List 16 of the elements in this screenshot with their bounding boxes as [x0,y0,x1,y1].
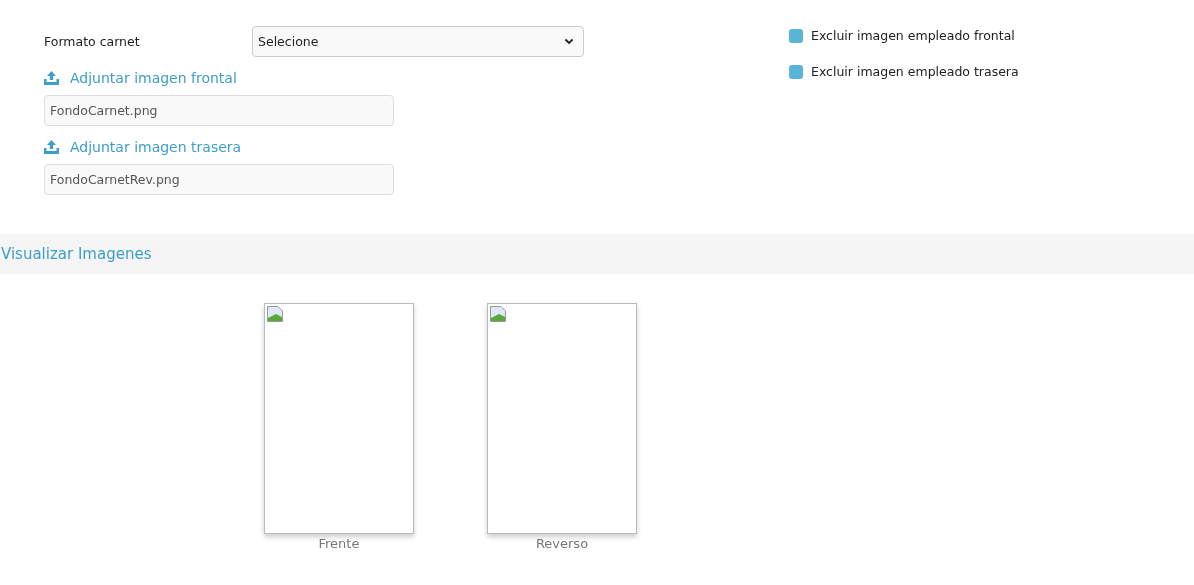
file-name-field[interactable]: FondoCarnet.png [44,95,394,126]
section-title: Visualizar Imagenes [1,245,152,263]
checkbox-label: Excluir imagen empleado frontal [811,28,1015,43]
image-caption: Frente [318,536,360,551]
format-select[interactable]: Selecione [252,26,584,57]
broken-image-icon [490,306,506,322]
field-label: Formato carnet [44,34,141,49]
broken-image-icon [267,306,283,322]
upload-icon [44,71,59,85]
upload-icon [44,140,59,154]
image-caption: Reverso [535,536,589,551]
chevron-down-icon [564,38,574,45]
checkbox-label: Excluir imagen empleado trasera [811,64,1019,79]
checkbox[interactable] [789,64,803,79]
checkbox[interactable] [789,28,803,43]
file-name-field[interactable]: FondoCarnetRev.png [44,164,394,195]
